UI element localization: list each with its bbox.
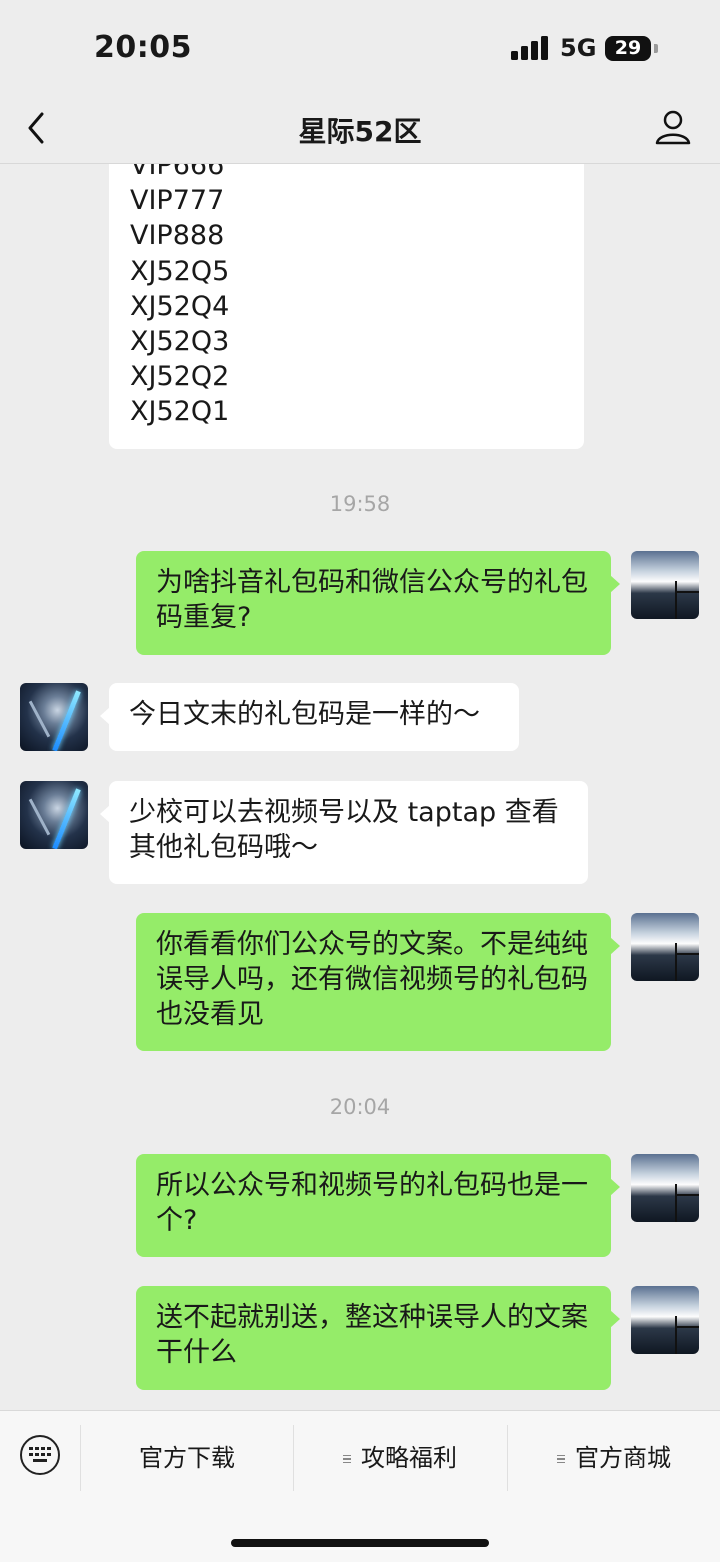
battery-level: 29 — [614, 37, 642, 59]
official-account-avatar[interactable] — [20, 781, 88, 849]
nav-bar: 星际52区 — [0, 96, 720, 164]
message-bubble-outgoing[interactable]: 送不起就别送，整这种误导人的文案干什么 — [136, 1286, 620, 1390]
code-item: XJ52Q2 — [130, 361, 230, 393]
code-item: XJ52Q5 — [130, 255, 230, 287]
user-avatar[interactable] — [631, 913, 699, 981]
battery-cap — [654, 44, 658, 53]
message-text: 为啥抖音礼包码和微信公众号的礼包码重复? — [156, 567, 588, 633]
message-text: 所以公众号和视频号的礼包码也是一个? — [156, 1170, 588, 1236]
code-item: VIP777 — [130, 185, 225, 217]
submenu-icon — [343, 1453, 351, 1466]
menu-item-label: 官方下载 — [139, 1444, 235, 1472]
network-label: 5G — [560, 34, 597, 62]
code-item: VIP888 — [130, 220, 225, 252]
message-bubble-incoming[interactable]: 今日文末的礼包码是一样的～ — [100, 683, 519, 751]
submenu-icon — [557, 1453, 565, 1466]
menu-item-guides-benefits[interactable]: 攻略福利 — [294, 1425, 506, 1491]
message-bubble-outgoing[interactable]: 为啥抖音礼包码和微信公众号的礼包码重复? — [136, 551, 620, 655]
message-bubble-code-list[interactable]: VIP666 VIP777 VIP888 XJ52Q5 XJ52Q4 XJ52Q… — [109, 164, 584, 449]
message-text: 今日文末的礼包码是一样的～ — [129, 699, 480, 730]
message-text: 你看看你们公众号的文案。不是纯纯误导人吗，还有微信视频号的礼包码也没看见 — [156, 929, 588, 1030]
message-text: 少校可以去视频号以及 taptap 查看其他礼包码哦～ — [129, 797, 559, 863]
timestamp: 20:04 — [329, 1095, 391, 1119]
user-avatar[interactable] — [631, 551, 699, 619]
code-item: XJ52Q1 — [130, 396, 230, 428]
status-time: 20:05 — [94, 30, 192, 65]
menu-item-official-download[interactable]: 官方下载 — [81, 1425, 293, 1491]
user-avatar[interactable] — [631, 1154, 699, 1222]
chat-title: 星际52区 — [298, 115, 422, 148]
menu-item-official-store[interactable]: 官方商城 — [508, 1425, 720, 1491]
chat-message-list[interactable]: VIP666 VIP777 VIP888 XJ52Q5 XJ52Q4 XJ52Q… — [0, 164, 720, 1410]
timestamp: 19:58 — [329, 492, 391, 516]
code-item: VIP666 — [130, 164, 225, 181]
message-text: 送不起就别送，整这种误导人的文案干什么 — [156, 1302, 588, 1368]
official-account-menu: 官方下载 攻略福利 官方商城 — [0, 1410, 720, 1562]
person-icon[interactable] — [654, 108, 692, 146]
user-avatar[interactable] — [631, 1286, 699, 1354]
home-indicator[interactable] — [231, 1539, 489, 1547]
message-bubble-outgoing[interactable]: 所以公众号和视频号的礼包码也是一个? — [136, 1154, 620, 1257]
keyboard-icon[interactable] — [20, 1435, 60, 1475]
code-item: XJ52Q4 — [130, 290, 230, 322]
official-account-avatar[interactable] — [20, 683, 88, 751]
status-bar: 20:05 5G 29 — [0, 0, 720, 96]
code-item: XJ52Q3 — [130, 326, 230, 358]
menu-item-label: 攻略福利 — [361, 1444, 457, 1472]
message-bubble-incoming[interactable]: 少校可以去视频号以及 taptap 查看其他礼包码哦～ — [100, 781, 588, 884]
menu-item-label: 官方商城 — [575, 1444, 671, 1472]
message-bubble-outgoing[interactable]: 你看看你们公众号的文案。不是纯纯误导人吗，还有微信视频号的礼包码也没看见 — [136, 913, 620, 1051]
battery-icon: 29 — [605, 36, 651, 61]
signal-icon — [511, 36, 551, 60]
